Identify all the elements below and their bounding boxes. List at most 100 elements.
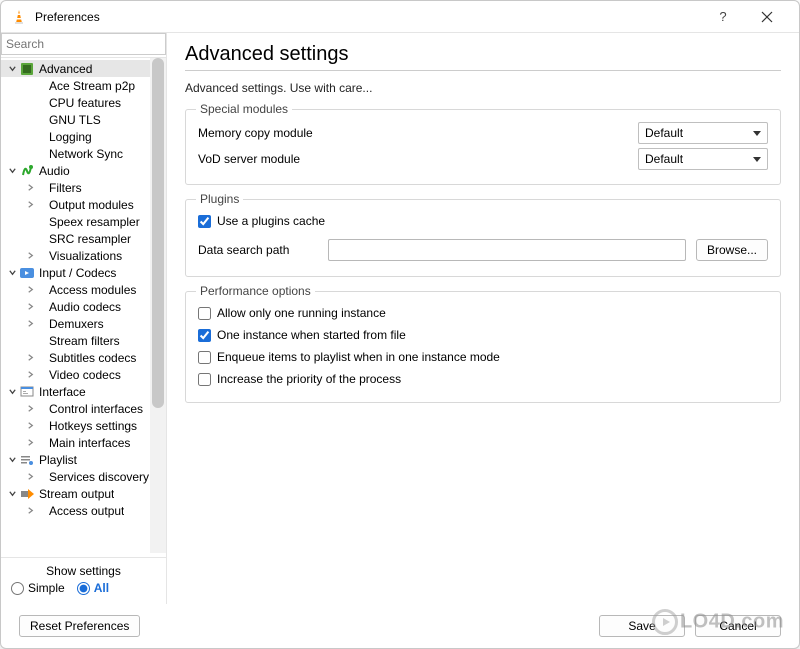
chevron-right-icon[interactable] <box>23 470 37 484</box>
tree-item-label: GNU TLS <box>49 113 101 127</box>
chevron-down-icon[interactable] <box>5 164 19 178</box>
tree-item-label: Logging <box>49 130 92 144</box>
tree-item-label: Speex resampler <box>49 215 140 229</box>
sidebar: Advanced Ace Stream p2pCPU features GNU TL… <box>1 33 167 604</box>
tree-item-label: Interface <box>39 385 86 399</box>
chevron-right-icon[interactable] <box>23 419 37 433</box>
one-from-file-label: One instance when started from file <box>217 328 406 342</box>
tree-item-label: Advanced <box>39 62 92 76</box>
tree-item[interactable]: Stream output <box>1 485 166 502</box>
tree-item-label: Playlist <box>39 453 77 467</box>
chevron-down-icon[interactable] <box>5 266 19 280</box>
tree-item[interactable]: Logging <box>1 128 166 145</box>
save-button[interactable]: Save <box>599 615 685 637</box>
radio-simple[interactable]: Simple <box>11 581 65 595</box>
tree-item[interactable]: Filters <box>1 179 166 196</box>
tree-spacer <box>23 113 37 127</box>
tree-item[interactable]: Video codecs <box>1 366 166 383</box>
chevron-right-icon[interactable] <box>23 283 37 297</box>
chevron-right-icon[interactable] <box>23 368 37 382</box>
chevron-right-icon[interactable] <box>23 198 37 212</box>
tree-item-label: Output modules <box>49 198 134 212</box>
settings-tree[interactable]: Advanced Ace Stream p2pCPU features GNU TL… <box>1 58 166 553</box>
performance-legend: Performance options <box>196 284 315 298</box>
tree-item-label: SRC resampler <box>49 232 131 246</box>
vod-server-select[interactable]: Default <box>638 148 768 170</box>
one-from-file-checkbox[interactable] <box>198 329 211 342</box>
tree-item[interactable]: Input / Codecs <box>1 264 166 281</box>
tree-spacer <box>23 232 37 246</box>
tree-item-label: Audio <box>39 164 70 178</box>
tree-item-label: Filters <box>49 181 82 195</box>
tree-item[interactable]: Access modules <box>1 281 166 298</box>
chevron-down-icon[interactable] <box>5 487 19 501</box>
tree-scrollbar[interactable] <box>150 58 166 553</box>
chevron-right-icon[interactable] <box>23 351 37 365</box>
one-instance-checkbox[interactable] <box>198 307 211 320</box>
close-button[interactable] <box>745 2 789 32</box>
tree-item-label: Network Sync <box>49 147 123 161</box>
tree-item[interactable]: Advanced <box>1 60 166 77</box>
tree-item[interactable]: Output modules <box>1 196 166 213</box>
tree-item[interactable]: Subtitles codecs <box>1 349 166 366</box>
use-plugins-cache-checkbox[interactable] <box>198 215 211 228</box>
radio-all[interactable]: All <box>77 581 109 595</box>
tree-item[interactable]: Services discovery <box>1 468 166 485</box>
one-instance-label: Allow only one running instance <box>217 306 386 320</box>
chevron-down-icon[interactable] <box>5 385 19 399</box>
advanced-icon <box>19 61 35 77</box>
chevron-right-icon[interactable] <box>23 181 37 195</box>
tree-spacer <box>23 334 37 348</box>
tree-item-label: Hotkeys settings <box>49 419 137 433</box>
tree-item[interactable]: CPU features <box>1 94 166 111</box>
tree-item-label: Access modules <box>49 283 136 297</box>
tree-item[interactable]: Audio codecs <box>1 298 166 315</box>
tree-item[interactable]: Playlist <box>1 451 166 468</box>
cancel-button[interactable]: Cancel <box>695 615 781 637</box>
priority-checkbox[interactable] <box>198 373 211 386</box>
playlist-icon <box>19 452 35 468</box>
chevron-right-icon[interactable] <box>23 504 37 518</box>
reset-preferences-button[interactable]: Reset Preferences <box>19 615 140 637</box>
chevron-right-icon[interactable] <box>23 300 37 314</box>
tree-spacer <box>23 147 37 161</box>
search-input[interactable] <box>1 33 166 55</box>
tree-item-label: Stream filters <box>49 334 120 348</box>
chevron-right-icon[interactable] <box>23 436 37 450</box>
enqueue-checkbox[interactable] <box>198 351 211 364</box>
tree-item[interactable]: Visualizations <box>1 247 166 264</box>
memory-copy-select[interactable]: Default <box>638 122 768 144</box>
tree-item[interactable]: Demuxers <box>1 315 166 332</box>
tree-item[interactable]: Access output <box>1 502 166 519</box>
tree-item[interactable]: Interface <box>1 383 166 400</box>
memory-copy-label: Memory copy module <box>198 126 638 140</box>
tree-item[interactable]: Main interfaces <box>1 434 166 451</box>
help-button[interactable]: ? <box>701 2 745 32</box>
chevron-right-icon[interactable] <box>23 317 37 331</box>
tree-item-label: Ace Stream p2p <box>49 79 135 93</box>
tree-item-label: Access output <box>49 504 124 518</box>
chevron-right-icon[interactable] <box>23 249 37 263</box>
tree-item[interactable]: Speex resampler <box>1 213 166 230</box>
tree-item-label: Subtitles codecs <box>49 351 136 365</box>
tree-item[interactable]: Ace Stream p2p <box>1 77 166 94</box>
chevron-down-icon[interactable] <box>5 453 19 467</box>
chevron-down-icon[interactable] <box>5 62 19 76</box>
audio-icon <box>19 163 35 179</box>
tree-item[interactable]: SRC resampler <box>1 230 166 247</box>
tree-item[interactable]: Control interfaces <box>1 400 166 417</box>
tree-item[interactable]: Stream filters <box>1 332 166 349</box>
enqueue-label: Enqueue items to playlist when in one in… <box>217 350 500 364</box>
titlebar: Preferences ? <box>1 1 799 33</box>
tree-item-label: Main interfaces <box>49 436 130 450</box>
tree-item[interactable]: Hotkeys settings <box>1 417 166 434</box>
chevron-right-icon[interactable] <box>23 402 37 416</box>
tree-item-label: Stream output <box>39 487 114 501</box>
tree-item[interactable]: Audio <box>1 162 166 179</box>
browse-button[interactable]: Browse... <box>696 239 768 261</box>
tree-item-label: Audio codecs <box>49 300 121 314</box>
tree-item[interactable]: GNU TLS <box>1 111 166 128</box>
tree-item-label: Services discovery <box>49 470 149 484</box>
tree-item[interactable]: Network Sync <box>1 145 166 162</box>
data-search-path-input[interactable] <box>328 239 686 261</box>
